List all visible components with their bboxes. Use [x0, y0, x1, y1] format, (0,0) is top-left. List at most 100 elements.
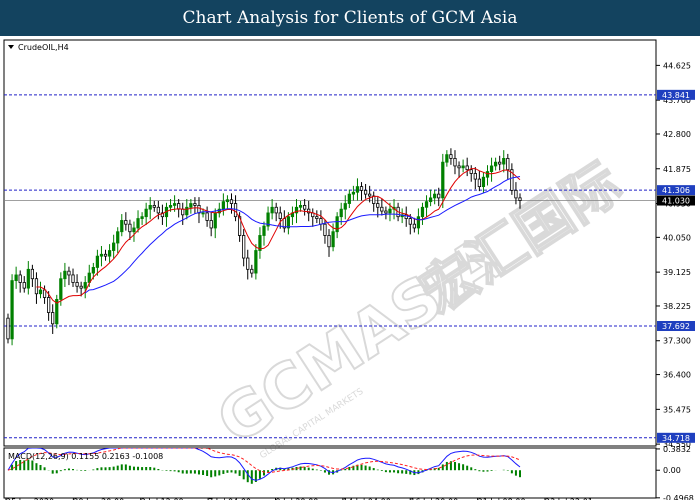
candle-body [363, 189, 368, 195]
trading-chart[interactable]: GCMASIA 宏汇国际 GLOBAL CAPITAL MARKETS 44.6… [0, 36, 700, 500]
candle-body [14, 274, 18, 281]
candle [34, 272, 39, 304]
candle-body [116, 231, 120, 244]
candle [246, 249, 250, 280]
candle [254, 244, 258, 280]
candle-body [506, 158, 510, 171]
candle [453, 150, 457, 175]
candle [67, 266, 71, 286]
candle-body [449, 154, 453, 159]
candle-body [437, 193, 441, 199]
candle-body [83, 282, 87, 289]
candle-body [132, 227, 136, 233]
candle [290, 206, 295, 225]
candle-body [274, 206, 278, 214]
candle [498, 155, 502, 171]
level-label: 37.692 [662, 322, 690, 331]
candle-body [197, 205, 201, 214]
candle [368, 185, 372, 203]
candle [416, 208, 421, 235]
candle [412, 217, 416, 233]
candle [63, 262, 67, 287]
candle-body [47, 297, 51, 313]
candle [335, 212, 339, 239]
candle-body [433, 193, 437, 199]
candle-body [242, 235, 246, 259]
candle [493, 157, 498, 171]
candle [343, 195, 347, 220]
candle [315, 210, 319, 224]
macd-label: MACD(12,26,9) 0.1155 0.2163 -0.1008 [8, 452, 163, 461]
candle [266, 206, 270, 231]
candle-body [489, 165, 494, 172]
candle-body [140, 216, 144, 219]
candle-body [95, 255, 100, 268]
candle [262, 221, 266, 246]
candle [457, 161, 461, 178]
macd-y-tick-label: 0.00 [663, 466, 681, 475]
chart-header: Chart Analysis for Clients of GCM Asia [0, 0, 700, 36]
candle [270, 199, 274, 220]
candle-body [38, 289, 43, 295]
candle-body [51, 312, 55, 325]
candle-body [120, 220, 124, 233]
candle [193, 197, 197, 214]
candle [311, 208, 315, 227]
candle [424, 195, 429, 218]
candle-body [388, 208, 392, 214]
candle [327, 229, 331, 257]
candle-body [63, 270, 67, 280]
candle [347, 189, 351, 209]
candle [156, 200, 160, 220]
candle [351, 185, 356, 201]
candle [120, 214, 124, 237]
candle-body [254, 250, 258, 274]
candle [229, 193, 234, 214]
candle-body [481, 176, 486, 188]
candle [10, 274, 14, 346]
gcmasia-watermark: GCMASIA 宏汇国际 GLOBAL CAPITAL MARKETS [203, 149, 633, 461]
candle-body [18, 274, 22, 283]
candle-body [368, 193, 372, 197]
candle [502, 150, 506, 173]
candle-body [485, 171, 490, 178]
candle-body [189, 203, 193, 208]
candle-body [303, 205, 307, 210]
candle-body [205, 212, 209, 221]
axes: 44.62543.70042.80041.87540.95040.05039.1… [5, 61, 695, 500]
y-tick-label: 42.800 [663, 130, 691, 139]
candle-body [229, 199, 234, 204]
candle [132, 221, 136, 242]
candle-body [315, 216, 319, 219]
candle-body [441, 161, 445, 199]
candle [506, 153, 510, 180]
symbol-dropdown-icon[interactable] [8, 45, 14, 49]
candle-body [59, 278, 63, 300]
candle-body [445, 154, 449, 163]
candle [485, 165, 490, 186]
candle-body [493, 161, 498, 167]
candle [107, 244, 112, 263]
candle [71, 268, 75, 287]
y-tick-label: 37.300 [663, 337, 691, 346]
candle-body [148, 205, 152, 210]
candle [469, 165, 473, 182]
candle-body [87, 272, 91, 283]
current-price-label: 41.030 [662, 197, 690, 206]
candle-body [30, 268, 35, 280]
candle-body [34, 278, 39, 295]
candle [404, 206, 408, 227]
candle-body [298, 205, 303, 208]
chart-header-title: Chart Analysis for Clients of GCM Asia [182, 8, 518, 28]
candle-body [172, 203, 177, 206]
candle [477, 170, 481, 192]
candle [258, 227, 262, 259]
y-tick-label: 38.225 [663, 302, 691, 311]
candle [242, 229, 246, 267]
candle-body [10, 280, 14, 340]
candle [116, 227, 120, 254]
candle-body [465, 165, 469, 171]
candle [14, 266, 18, 289]
candle-body [168, 205, 173, 208]
candle [128, 219, 132, 240]
